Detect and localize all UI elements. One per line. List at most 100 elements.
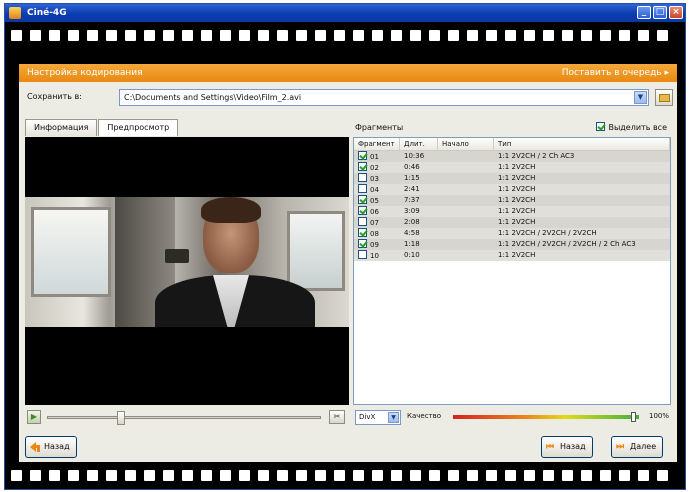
checkbox-icon[interactable]	[596, 122, 606, 131]
film-hole	[448, 469, 459, 481]
fragments-pane: Фрагменты Выделить все Фрагмент Длит. На…	[353, 119, 671, 429]
fragment-row[interactable]: 04 2:41 1:1 2V2CH	[354, 184, 670, 195]
maximize-button[interactable]: □	[653, 6, 667, 19]
fragment-checkbox[interactable]	[358, 217, 367, 226]
fragment-checkbox[interactable]	[358, 195, 367, 204]
fragment-row[interactable]: 10 0:10 1:1 2V2CH	[354, 250, 670, 261]
fragment-number: 09	[370, 241, 379, 249]
column-start[interactable]: Начало	[438, 138, 494, 150]
fragment-checkbox[interactable]	[358, 250, 367, 259]
seek-slider[interactable]	[47, 416, 321, 419]
fragment-start	[438, 217, 494, 228]
film-hole	[30, 29, 41, 41]
film-hole	[87, 29, 98, 41]
fragment-type: 1:1 2V2CH	[498, 163, 536, 171]
film-hole	[182, 469, 193, 481]
fragment-duration: 1:18	[404, 240, 420, 248]
quality-thumb[interactable]	[631, 412, 637, 422]
fragment-checkbox[interactable]	[358, 228, 367, 237]
fragment-type: 1:1 2V2CH / 2V2CH / 2V2CH / 2 Ch AC3	[498, 240, 636, 248]
fragment-cell-id: 09	[354, 239, 400, 250]
fragment-number: 07	[370, 219, 379, 227]
quality-slider[interactable]	[453, 415, 639, 419]
film-hole	[68, 469, 79, 481]
queue-link[interactable]: Поставить в очередь ▸	[562, 64, 669, 82]
fragment-row[interactable]: 06 3:09 1:1 2V2CH	[354, 206, 670, 217]
fragment-row[interactable]: 08 4:58 1:1 2V2CH / 2V2CH / 2V2CH	[354, 228, 670, 239]
film-hole	[562, 469, 573, 481]
film-hole	[125, 29, 136, 41]
fragment-checkbox[interactable]	[358, 239, 367, 248]
film-hole	[106, 29, 117, 41]
film-hole	[334, 469, 345, 481]
fragment-type: 1:1 2V2CH	[498, 218, 536, 226]
prev-button[interactable]: ⏮ Назад	[541, 436, 593, 458]
fragment-checkbox[interactable]	[358, 151, 367, 160]
film-hole	[11, 29, 22, 41]
chevron-down-icon[interactable]: ▼	[634, 91, 647, 104]
fragment-cell-id: 10	[354, 250, 400, 261]
fragment-type: 1:1 2V2CH	[498, 196, 536, 204]
fragment-checkbox[interactable]	[358, 162, 367, 171]
browse-folder-button[interactable]	[655, 89, 673, 106]
film-hole	[277, 29, 288, 41]
minimize-button[interactable]: _	[637, 6, 651, 19]
seek-thumb[interactable]	[116, 411, 125, 425]
film-hole	[239, 29, 250, 41]
column-fragment[interactable]: Фрагмент	[354, 138, 400, 150]
film-hole	[11, 469, 22, 481]
close-button[interactable]: ×	[669, 6, 683, 19]
fragment-start	[438, 195, 494, 206]
fragment-row[interactable]: 02 0:46 1:1 2V2CH	[354, 162, 670, 173]
seek-row: ▶ ✂	[25, 409, 349, 427]
cut-icon[interactable]: ✂	[329, 410, 345, 424]
chevron-down-icon[interactable]: ▼	[388, 412, 399, 423]
header-title: Настройка кодирования	[27, 68, 143, 78]
play-button[interactable]: ▶	[27, 410, 41, 424]
fragment-checkbox[interactable]	[358, 184, 367, 193]
quality-percent: 100%	[648, 412, 669, 420]
fragment-row[interactable]: 09 1:18 1:1 2V2CH / 2V2CH / 2V2CH / 2 Ch A…	[354, 239, 670, 250]
film-hole	[353, 29, 364, 41]
fragment-number: 10	[370, 252, 379, 260]
fragment-row[interactable]: 03 1:15 1:1 2V2CH	[354, 173, 670, 184]
title-bar: Ciné-4G _ □ ×	[5, 4, 685, 22]
fragment-row[interactable]: 05 7:37 1:1 2V2CH	[354, 195, 670, 206]
back-button[interactable]: Назад	[25, 436, 77, 458]
app-icon	[9, 7, 21, 19]
fragment-number: 06	[370, 208, 379, 216]
film-hole	[524, 29, 535, 41]
fragment-cell-id: 06	[354, 206, 400, 217]
film-hole	[410, 469, 421, 481]
format-combobox[interactable]: DivX ▼	[355, 410, 401, 425]
fragments-header: Фрагменты Выделить все	[353, 119, 671, 136]
fragment-type: 1:1 2V2CH / 2V2CH / 2V2CH	[498, 229, 597, 237]
film-hole	[619, 469, 630, 481]
preview-tabs: Информация Предпросмотр	[25, 119, 179, 136]
select-all-checkbox[interactable]: Выделить все	[596, 119, 667, 136]
film-hole	[486, 29, 497, 41]
fragment-row[interactable]: 01 10:36 1:1 2V2CH / 2 Ch AC3	[354, 151, 670, 162]
film-hole	[353, 469, 364, 481]
column-duration[interactable]: Длит.	[400, 138, 438, 150]
film-hole	[543, 469, 554, 481]
fragment-duration: 1:15	[404, 174, 420, 182]
film-hole	[600, 29, 611, 41]
film-hole	[68, 29, 79, 41]
tab-info[interactable]: Информация	[25, 119, 98, 136]
fragment-checkbox[interactable]	[358, 206, 367, 215]
fragment-number: 01	[370, 153, 379, 161]
film-hole	[144, 29, 155, 41]
fragment-start	[438, 239, 494, 250]
destination-combobox[interactable]: C:\Documents and Settings\Video\Film_2.a…	[119, 89, 649, 106]
fragment-type: 1:1 2V2CH	[498, 174, 536, 182]
select-all-label: Выделить все	[608, 123, 667, 132]
fragment-checkbox[interactable]	[358, 173, 367, 182]
fragment-row[interactable]: 07 2:08 1:1 2V2CH	[354, 217, 670, 228]
film-hole	[239, 469, 250, 481]
column-type[interactable]: Тип	[494, 138, 670, 150]
fragments-list: Фрагмент Длит. Начало Тип 01 10:36 1:1 2V2…	[353, 137, 671, 405]
next-button[interactable]: ⏭ Далее	[611, 436, 664, 458]
fragment-cell-id: 01	[354, 151, 400, 162]
tab-preview[interactable]: Предпросмотр	[98, 119, 179, 136]
